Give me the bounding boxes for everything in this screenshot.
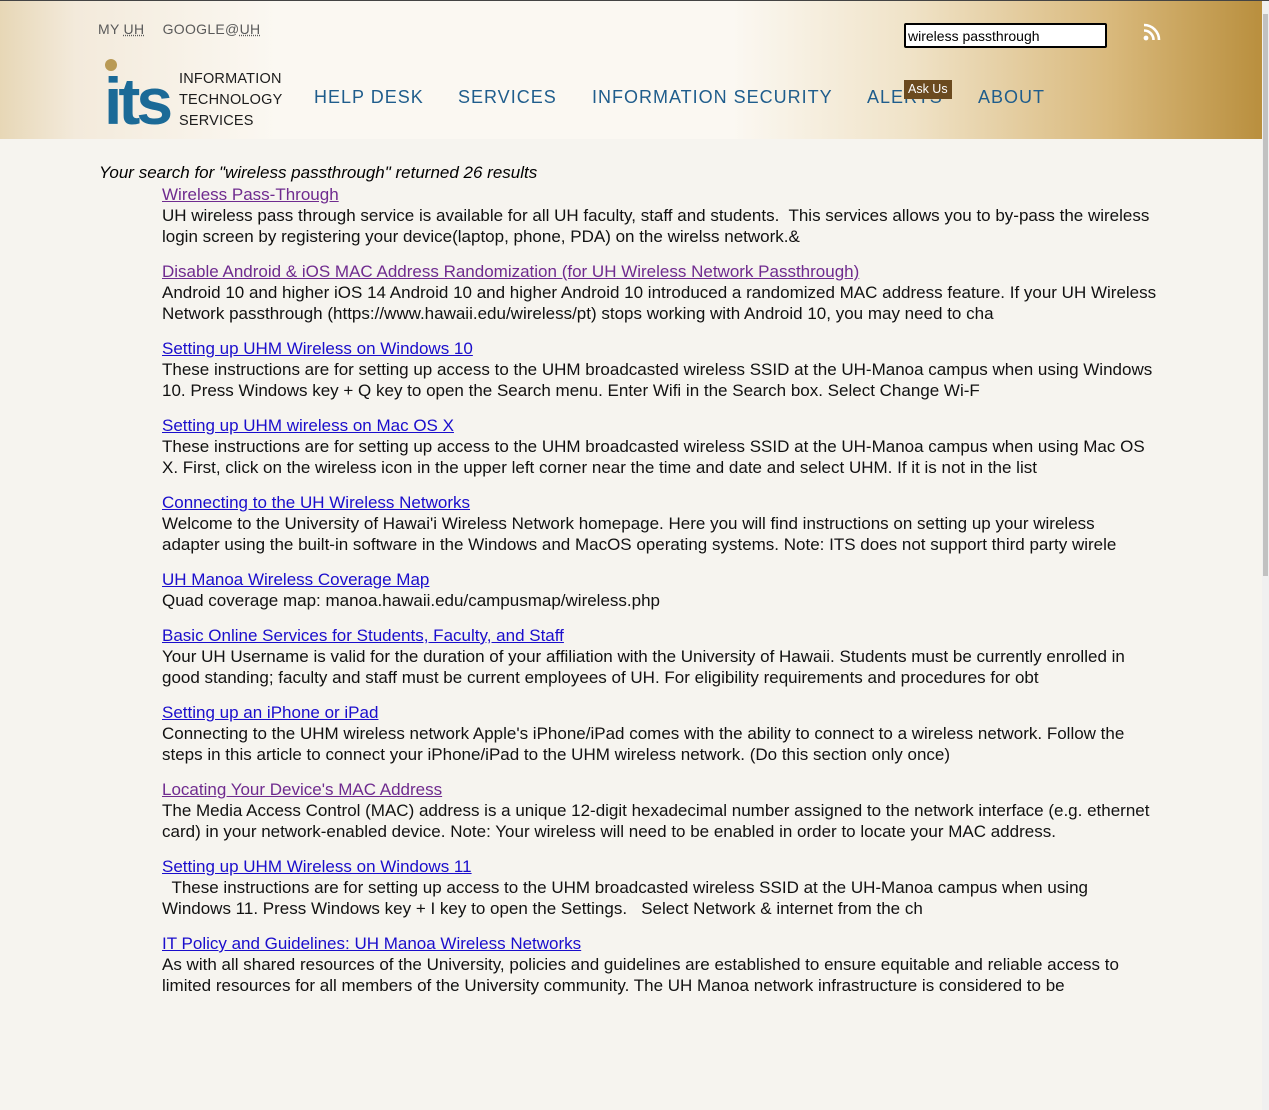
logo-line-2: TECHNOLOGY bbox=[179, 92, 283, 108]
search-result-title-link[interactable]: Setting up UHM Wireless on Windows 10 bbox=[162, 338, 473, 359]
ask-us-button[interactable]: Ask Us bbox=[904, 80, 952, 99]
search-result-title-link[interactable]: Basic Online Services for Students, Facu… bbox=[162, 625, 564, 646]
search-result-item: Setting up UHM Wireless on Windows 10 The… bbox=[162, 338, 1157, 401]
my-uh-abbr: UH bbox=[123, 21, 145, 37]
its-logo-text: INFORMATION TECHNOLOGY SERVICES bbox=[179, 69, 283, 132]
search-result-snippet: As with all shared resources of the Univ… bbox=[162, 955, 1124, 995]
search-result-snippet: Connecting to the UHM wireless network A… bbox=[162, 724, 1130, 764]
search-result-item: Wireless Pass-Through UH wireless pass th… bbox=[162, 184, 1157, 247]
nav-information-security[interactable]: INFORMATION SECURITY bbox=[592, 87, 833, 108]
search-result-item: Setting up an iPhone or iPad Connecting t… bbox=[162, 702, 1157, 765]
search-result-title-link[interactable]: Disable Android & iOS MAC Address Random… bbox=[162, 261, 859, 282]
search-result-item: Setting up UHM wireless on Mac OS X These… bbox=[162, 415, 1157, 478]
search-result-item: Basic Online Services for Students, Facu… bbox=[162, 625, 1157, 688]
search-summary: Your search for "wireless passthrough" r… bbox=[99, 163, 538, 182]
search-result-snippet: These instructions are for setting up ac… bbox=[162, 437, 1150, 477]
search-result-snippet: Your UH Username is valid for the durati… bbox=[162, 647, 1130, 687]
search-result-item: IT Policy and Guidelines: UH Manoa Wirel… bbox=[162, 933, 1157, 996]
google-uh-abbr: UH bbox=[239, 21, 261, 37]
search-result-item: Locating Your Device's MAC Address The Me… bbox=[162, 779, 1157, 842]
its-logo-mark-text: its bbox=[104, 64, 170, 129]
search-result-snippet: Android 10 and higher iOS 14 Android 10 … bbox=[162, 283, 1161, 323]
search-result-snippet: Quad coverage map: manoa.hawaii.edu/camp… bbox=[162, 591, 660, 610]
search-result-title-link[interactable]: Setting up an iPhone or iPad bbox=[162, 702, 378, 723]
search-result-title-link[interactable]: Connecting to the UH Wireless Networks bbox=[162, 492, 470, 513]
search-input[interactable] bbox=[904, 23, 1107, 48]
its-logo-mark: its bbox=[104, 59, 174, 138]
search-result-title-link[interactable]: Locating Your Device's MAC Address bbox=[162, 779, 442, 800]
search-result-item: Disable Android & iOS MAC Address Random… bbox=[162, 261, 1157, 324]
top-links: MY UH GOOGLE@UH bbox=[98, 21, 274, 37]
nav-about[interactable]: ABOUT bbox=[978, 87, 1045, 108]
search-result-item: Connecting to the UH Wireless Networks We… bbox=[162, 492, 1157, 555]
search-result-title-link[interactable]: Wireless Pass-Through bbox=[162, 184, 339, 205]
search-result-snippet: UH wireless pass through service is avai… bbox=[162, 206, 1155, 246]
rss-icon[interactable] bbox=[1143, 23, 1161, 41]
search-result-item: UH Manoa Wireless Coverage Map Quad cover… bbox=[162, 569, 1157, 611]
logo-line-1: INFORMATION bbox=[179, 71, 282, 87]
my-uh-prefix: MY bbox=[98, 21, 124, 37]
search-result-item: Setting up UHM Wireless on Windows 11 Th… bbox=[162, 856, 1157, 919]
search-result-snippet: These instructions are for setting up ac… bbox=[162, 878, 1093, 918]
logo-line-3: SERVICES bbox=[179, 113, 254, 129]
its-logo[interactable]: its INFORMATION TECHNOLOGY SERVICES bbox=[104, 57, 282, 138]
search-results-list: Wireless Pass-Through UH wireless pass th… bbox=[162, 184, 1157, 1010]
google-uh-link[interactable]: GOOGLE@UH bbox=[163, 21, 261, 37]
google-uh-prefix: GOOGLE@ bbox=[162, 21, 240, 37]
search-result-title-link[interactable]: Setting up UHM Wireless on Windows 11 bbox=[162, 856, 472, 877]
search-result-title-link[interactable]: UH Manoa Wireless Coverage Map bbox=[162, 569, 429, 590]
search-result-title-link[interactable]: Setting up UHM wireless on Mac OS X bbox=[162, 415, 454, 436]
page-scrollbar-thumb[interactable] bbox=[1263, 14, 1268, 576]
search-result-snippet: Welcome to the University of Hawai'i Wir… bbox=[162, 514, 1117, 554]
search-result-snippet: These instructions are for setting up ac… bbox=[162, 360, 1157, 400]
nav-help-desk[interactable]: HELP DESK bbox=[314, 87, 424, 108]
search-result-snippet: The Media Access Control (MAC) address i… bbox=[162, 801, 1155, 841]
site-header: MY UH GOOGLE@UH its INFORMATION TECHNOLO… bbox=[0, 1, 1262, 139]
nav-services[interactable]: SERVICES bbox=[458, 87, 557, 108]
search-result-title-link[interactable]: IT Policy and Guidelines: UH Manoa Wirel… bbox=[162, 933, 581, 954]
my-uh-link[interactable]: MY UH bbox=[98, 21, 144, 37]
